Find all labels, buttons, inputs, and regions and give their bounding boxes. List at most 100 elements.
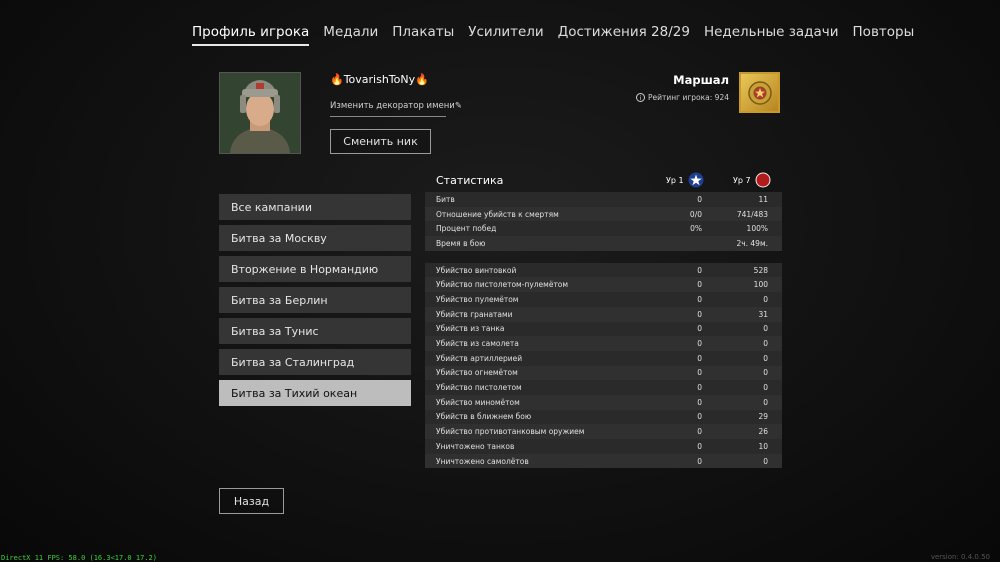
stat-label: Убийств артиллерией [436,353,523,363]
stat-label: Убийство противотанковым оружием [436,427,585,437]
stat-value-level-7: 29 [758,412,768,422]
top-tabs: Профиль игрока Медали Плакаты Усилители … [192,24,914,46]
table-row: Процент побед 0% 100% [425,221,782,236]
stat-value-level-7: 0 [763,456,768,466]
stat-value-level-1: 0 [697,294,702,304]
stat-value-level-1: 0 [697,383,702,393]
stat-value-level-7: 0 [763,324,768,334]
summary-stats-table: Битв 0 11 Отношение убийств к смертям 0/0 741… [425,192,782,251]
rank-title: Маршал [673,73,729,87]
stat-value-level-7: 0 [763,294,768,304]
stat-label: Убийств гранатами [436,309,513,319]
level-1-column: Ур 1 [666,172,704,188]
campaign-normandy[interactable]: Вторжение в Нормандию [219,256,411,282]
stat-label: Убийство пистолетом [436,383,522,393]
stat-value-level-7: 0 [763,368,768,378]
stat-value-level-1: 0 [697,397,702,407]
stat-label: Процент побед [436,224,497,234]
table-row: Убийств в ближнем бою 0 29 [425,410,782,425]
campaign-stalingrad[interactable]: Битва за Сталинград [219,349,411,375]
stat-label: Убийство пулемётом [436,294,519,304]
stat-value-level-7: 0 [763,397,768,407]
stat-value-level-7: 26 [758,427,768,437]
table-row: Уничтожено танков 0 10 [425,439,782,454]
campaign-list: Все кампании Битва за Москву Вторжение в… [219,194,411,411]
table-row: Убийств артиллерией 0 0 [425,351,782,366]
table-row: Убийство огнемётом 0 0 [425,365,782,381]
level-1-label: Ур 1 [666,175,684,185]
change-name-decorator-label: Изменить декоратор имени [330,101,455,111]
table-row: Убийство винтовкой 0 528 [425,263,782,278]
table-row: Время в бою 2ч. 49м. [425,236,782,251]
allied-star-icon [688,172,704,188]
stat-value-level-1: 0% [690,224,702,234]
stat-value-level-7: 11 [758,194,768,204]
statistics-panel: Статистика Ур 1 Ур 7 Битв 0 11 Отношение уб… [425,168,782,469]
tab-replays[interactable]: Повторы [853,24,915,46]
stat-value-level-7: 0 [763,339,768,349]
table-row: Битв 0 11 [425,192,782,207]
stat-label: Убийство винтовкой [436,265,517,275]
campaign-all[interactable]: Все кампании [219,194,411,220]
version-label: version: 0.4.0.50 [930,553,990,561]
tab-medals[interactable]: Медали [323,24,378,46]
stat-value-level-1: 0 [697,456,702,466]
stat-label: Убийств из танка [436,324,505,334]
change-nick-button[interactable]: Сменить ник [330,129,431,154]
stat-value-level-1: 0 [697,324,702,334]
stat-value-level-7: 10 [758,441,768,451]
stat-value-level-1: 0 [697,194,702,204]
campaign-berlin[interactable]: Битва за Берлин [219,287,411,313]
stat-value-level-7: 0 [763,353,768,363]
stat-label: Убийство пистолетом-пулемётом [436,280,569,290]
tab-player-profile[interactable]: Профиль игрока [192,24,310,46]
campaign-tunisia[interactable]: Битва за Тунис [219,318,411,344]
stat-label: Убийств из самолета [436,339,519,349]
kills-stats-table: Убийство винтовкой 0 528 Убийство пистолето… [425,262,782,469]
campaign-pacific[interactable]: Битва за Тихий океан [219,380,411,406]
stat-label: Убийство миномётом [436,397,520,407]
table-row: Убийств из танка 0 0 [425,322,782,337]
stat-value-level-7: 2ч. 49м. [736,238,768,248]
stat-value-level-1: 0 [697,265,702,275]
stat-value-level-1: 0 [697,412,702,422]
level-7-label: Ур 7 [733,175,751,185]
red-circle-icon [755,172,771,188]
stat-label: Время в бою [436,238,486,248]
table-row: Убийств гранатами 0 31 [425,306,782,322]
back-button[interactable]: Назад [219,488,284,514]
tab-posters[interactable]: Плакаты [392,24,454,46]
player-avatar[interactable] [219,72,301,154]
stat-value-level-7: 100 [753,280,768,290]
stat-label: Убийство огнемётом [436,368,518,378]
stat-label: Отношение убийств к смертям [436,209,559,219]
table-row: Убийство пистолетом 0 0 [425,380,782,395]
rank-badge-icon [739,72,780,113]
tab-weekly-tasks[interactable]: Недельные задачи [704,24,839,46]
change-name-decorator-link[interactable]: Изменить декоратор имени ✎ [330,101,462,117]
table-row: Отношение убийств к смертям 0/0 741/483 [425,206,782,222]
info-icon[interactable]: i [636,93,645,102]
stat-value-level-1: 0 [697,368,702,378]
stat-value-level-1: 0 [697,427,702,437]
player-rating-label: Рейтинг игрока: 924 [648,93,729,102]
tab-boosters[interactable]: Усилители [468,24,543,46]
stat-value-level-1: 0 [697,339,702,349]
campaign-moscow[interactable]: Битва за Москву [219,225,411,251]
level-7-column: Ур 7 [733,172,771,188]
stat-value-level-7: 741/483 [736,209,768,219]
stat-label: Битв [436,194,455,204]
statistics-title: Статистика [436,173,504,187]
table-row: Убийств из самолета 0 0 [425,336,782,351]
stat-value-level-7: 100% [746,224,768,234]
fps-counter: DirectX 11 FPS: 58.0 (16.3<17.0 17.2) [1,554,157,562]
table-row: Убийство противотанковым оружием 0 26 [425,424,782,439]
table-row: Убийство пулемётом 0 0 [425,292,782,307]
stat-value-level-1: 0 [697,280,702,290]
stat-label: Уничтожено самолётов [436,456,529,466]
stat-value-level-1: 0 [697,441,702,451]
tab-achievements[interactable]: Достижения 28/29 [558,24,690,46]
stat-value-level-7: 31 [758,309,768,319]
stat-label: Уничтожено танков [436,441,515,451]
table-row: Уничтожено самолётов 0 0 [425,453,782,469]
